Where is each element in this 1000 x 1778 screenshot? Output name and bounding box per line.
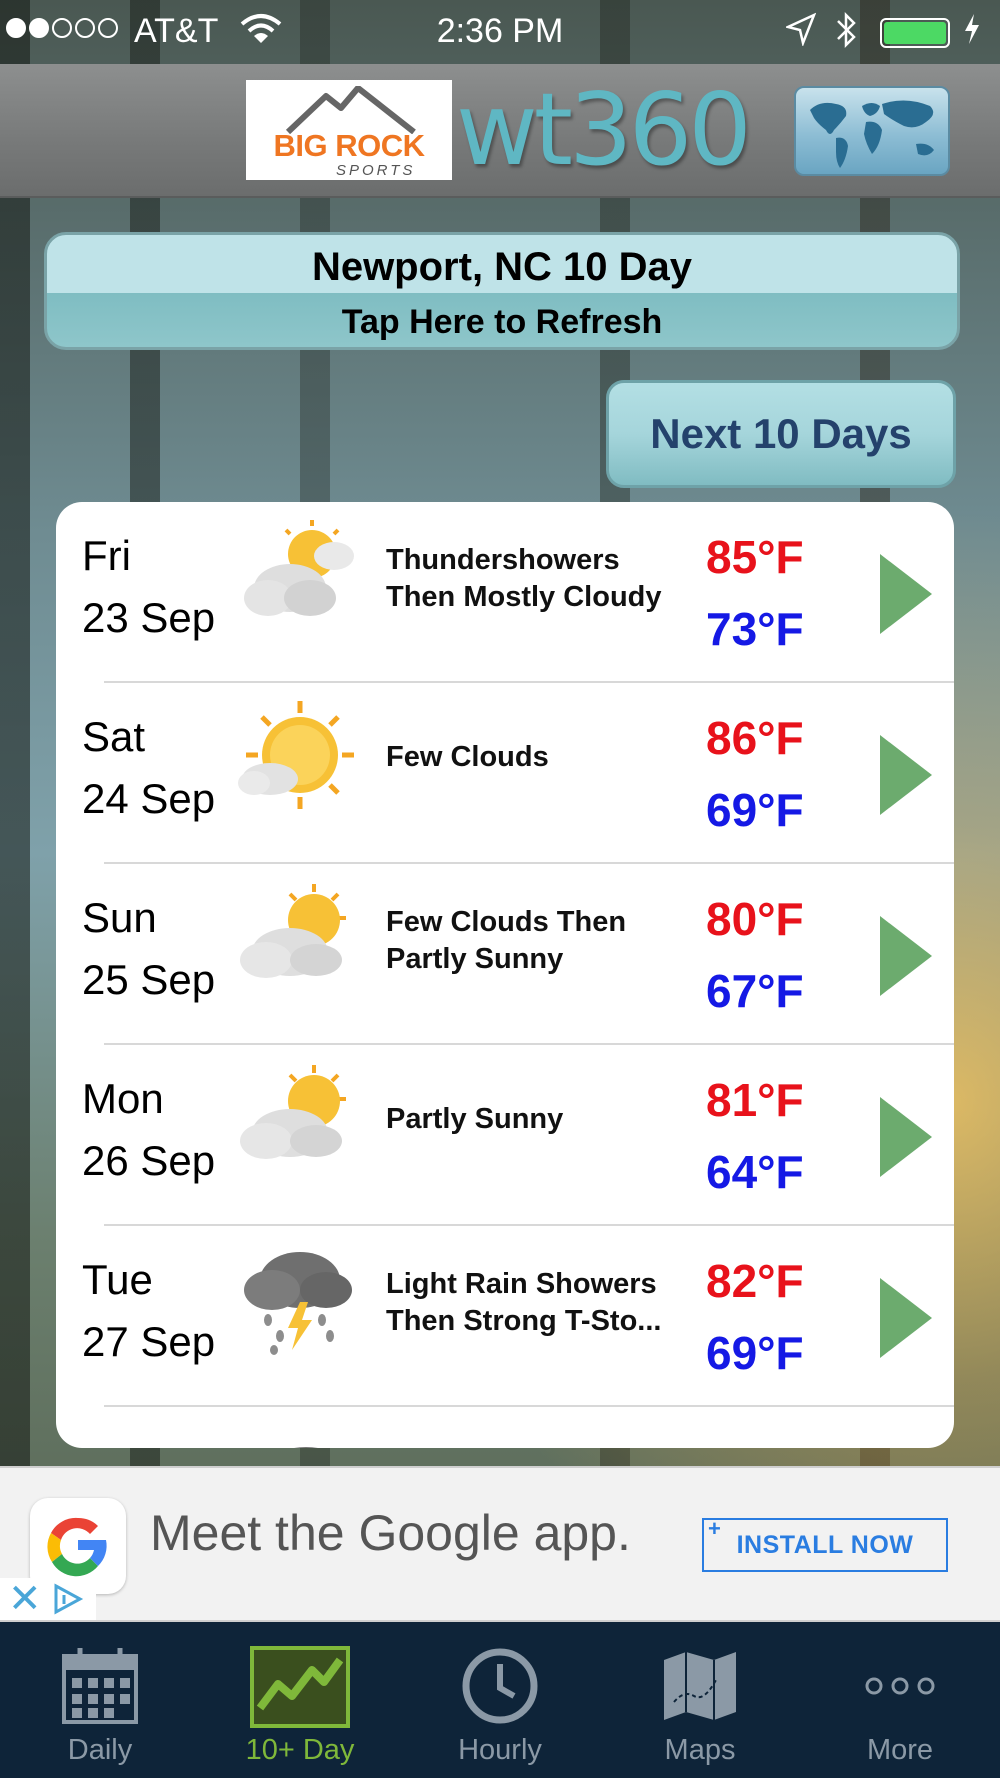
more-dots-icon — [865, 1677, 935, 1695]
condition-text: Thundershowers Then Mostly Cloudy — [386, 544, 662, 613]
thunderstorm-rain-icon — [244, 1252, 352, 1355]
forecast-day: Fri — [82, 532, 131, 579]
forecast-day: Sat — [82, 713, 146, 760]
forecast-date: 26 Sep — [82, 1137, 216, 1184]
calendar-icon — [62, 1648, 138, 1724]
forecast-row[interactable]: Sat 24 Sep Few Clouds 86°F 69°F — [56, 683, 954, 864]
forecast-date: 25 Sep — [82, 956, 216, 1003]
play-arrow-icon — [880, 1097, 932, 1177]
logo-brand-top: BIG ROCK — [273, 128, 426, 163]
next-10-days-button[interactable]: Next 10 Days — [606, 380, 956, 488]
condition-text: Few Clouds Then Partly Sunny — [386, 906, 627, 975]
play-arrow-icon — [880, 554, 932, 634]
ad-banner[interactable]: Meet the Google app. + INSTALL NOW — [0, 1466, 1000, 1622]
tab-label: Daily — [67, 1734, 133, 1766]
low-temp: 69°F — [706, 784, 804, 836]
high-temp: 82°F — [706, 1255, 804, 1307]
battery-level — [884, 22, 946, 44]
tab-daily[interactable]: Daily — [0, 1622, 200, 1778]
tab-maps[interactable]: Maps — [600, 1622, 800, 1778]
charging-icon — [962, 12, 982, 54]
big-rock-sports-logo: BIG ROCK SPORTS — [246, 80, 452, 180]
sun-small-cloud-icon — [238, 701, 354, 809]
trend-chart-icon — [250, 1646, 350, 1728]
forecast-row[interactable]: Tue 27 Sep Light Rain Showers Then Strong… — [56, 1226, 954, 1407]
world-map-button[interactable] — [794, 86, 950, 176]
ad-headline: Meet the Google app. — [150, 1505, 631, 1561]
forecast-date: 27 Sep — [82, 1318, 216, 1365]
tab-label: Maps — [664, 1734, 736, 1766]
location-arrow-icon — [784, 12, 817, 55]
close-ad-icon[interactable]: ✕ — [8, 1578, 42, 1620]
install-now-button[interactable]: + INSTALL NOW — [702, 1516, 948, 1572]
wt360-logo: wt360 — [456, 71, 752, 188]
partly-sunny-icon — [240, 884, 346, 978]
refresh-hint: Tap Here to Refresh — [341, 303, 663, 341]
cloud-icon — [294, 1447, 318, 1448]
high-temp: 81°F — [706, 1074, 804, 1126]
forecast-list: Fri 23 Sep Thundershowers Then Mostly Clo… — [56, 502, 954, 1448]
high-temp: 80°F — [706, 893, 804, 945]
forecast-date: 24 Sep — [82, 775, 216, 822]
tab-hourly[interactable]: Hourly — [400, 1622, 600, 1778]
condition-text: Few Clouds — [386, 741, 549, 773]
location-refresh-banner[interactable]: Newport, NC 10 Day Tap Here to Refresh — [44, 232, 960, 350]
low-temp: 69°F — [706, 1327, 804, 1379]
adchoices-icon[interactable] — [50, 1582, 86, 1616]
map-icon — [664, 1652, 736, 1720]
clock-icon — [462, 1648, 538, 1724]
battery-icon — [880, 18, 950, 48]
forecast-row-partial[interactable] — [56, 1407, 954, 1448]
tab-label: 10+ Day — [245, 1734, 355, 1766]
condition-text: Light Rain Showers Then Strong T-Sto... — [386, 1268, 662, 1337]
app-header: BIG ROCK SPORTS wt360 — [0, 64, 1000, 198]
low-temp: 73°F — [706, 603, 804, 655]
play-arrow-icon — [880, 1278, 932, 1358]
bluetooth-icon — [834, 10, 860, 59]
forecast-day: Sun — [82, 894, 157, 941]
forecast-day: Mon — [82, 1075, 164, 1122]
forecast-date: 23 Sep — [82, 594, 216, 641]
status-bar: AT&T 2:36 PM — [0, 0, 1000, 64]
forecast-day: Tue — [82, 1256, 153, 1303]
low-temp: 67°F — [706, 965, 804, 1017]
location-title: Newport, NC 10 Day — [311, 245, 693, 289]
forecast-row[interactable]: Mon 26 Sep Partly Sunny 81°F 64°F — [56, 1045, 954, 1226]
world-map-icon — [810, 100, 934, 168]
low-temp: 64°F — [706, 1146, 804, 1198]
plus-icon: + — [708, 1516, 722, 1541]
forecast-row[interactable]: Fri 23 Sep Thundershowers Then Mostly Clo… — [56, 502, 954, 683]
ad-choices[interactable]: ✕ — [0, 1578, 96, 1620]
high-temp: 85°F — [706, 531, 804, 583]
play-arrow-icon — [880, 735, 932, 815]
logo-brand-bottom: SPORTS — [336, 162, 416, 179]
tab-label: More — [866, 1734, 934, 1766]
tab-bar: Daily 10+ Day Hourly Maps More — [0, 1622, 1000, 1778]
partly-sunny-icon — [240, 1065, 346, 1159]
forecast-row[interactable]: Sun 25 Sep Few Clouds Then Partly Sunny 8… — [56, 864, 954, 1045]
condition-text: Partly Sunny — [386, 1103, 564, 1135]
play-arrow-icon — [880, 916, 932, 996]
high-temp: 86°F — [706, 712, 804, 764]
mountain-logo-icon — [286, 86, 416, 134]
sun-cloud-icon — [244, 520, 354, 616]
tab-10-day[interactable]: 10+ Day — [200, 1622, 400, 1778]
tab-more[interactable]: More — [800, 1622, 1000, 1778]
tab-label: Hourly — [458, 1734, 542, 1766]
